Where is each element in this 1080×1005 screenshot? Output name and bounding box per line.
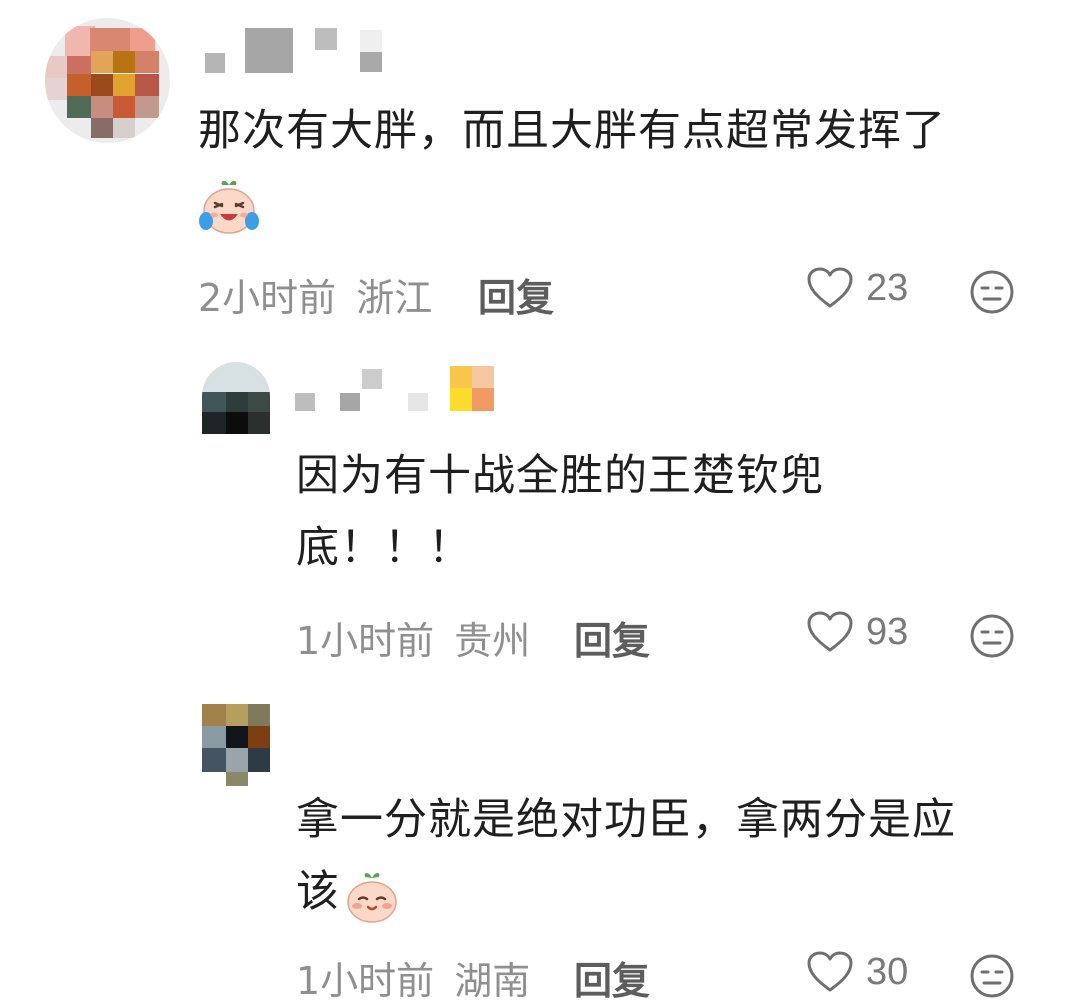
neutral-face-icon[interactable] xyxy=(968,952,1016,1000)
reply-button[interactable]: 回复 xyxy=(574,950,650,1005)
comment-text-line2: 该 xyxy=(296,856,400,928)
blush-emoji xyxy=(347,872,397,923)
comment-meta: 1小时前 湖南 xyxy=(296,950,530,1005)
comment-location: 湖南 xyxy=(454,959,531,1003)
like-button[interactable]: 30 xyxy=(806,950,908,994)
comment-text: 拿一分就是绝对功臣，拿两分是应 xyxy=(296,795,956,845)
heart-outline-icon xyxy=(807,951,853,992)
comment-time: 1小时前 xyxy=(296,959,435,1003)
comment-3: 拿一分就是绝对功臣，拿两分是应 该 1小时前 湖南 回复 30 xyxy=(0,0,1080,1003)
avatar[interactable] xyxy=(202,704,270,786)
like-count: 30 xyxy=(866,950,909,993)
